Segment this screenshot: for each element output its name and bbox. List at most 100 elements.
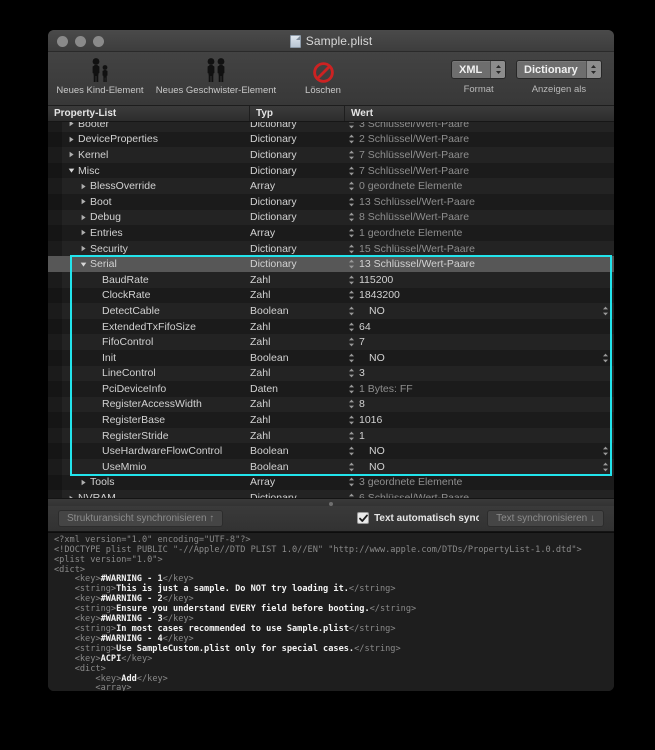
twisty-down-icon[interactable] bbox=[66, 167, 76, 174]
value-stepper-icon[interactable] bbox=[345, 306, 357, 316]
row-value-cell[interactable]: NO bbox=[345, 350, 614, 366]
value-stepper-icon[interactable] bbox=[345, 290, 357, 300]
structure-sync-button[interactable]: Strukturansicht synchronisieren ↑ bbox=[58, 509, 224, 527]
row-value-cell[interactable]: 1016 bbox=[345, 412, 614, 428]
row-type-cell[interactable]: Zahl bbox=[250, 412, 345, 428]
row-name-cell[interactable]: DeviceProperties bbox=[62, 132, 250, 148]
table-row[interactable]: ClockRate Zahl 1843200 bbox=[48, 287, 614, 304]
table-row[interactable]: UseHardwareFlowControl Boolean NO bbox=[48, 443, 614, 460]
row-value-cell[interactable]: 1843200 bbox=[345, 288, 614, 304]
twisty-right-icon[interactable] bbox=[66, 151, 76, 158]
value-stepper-icon[interactable] bbox=[345, 212, 357, 222]
close-button[interactable] bbox=[57, 36, 68, 47]
boolean-stepper-icon[interactable] bbox=[602, 459, 609, 475]
value-stepper-icon[interactable] bbox=[345, 337, 357, 347]
table-row[interactable]: ExtendedTxFifoSize Zahl 64 bbox=[48, 318, 614, 335]
row-value-cell[interactable]: NO bbox=[345, 443, 614, 459]
value-stepper-icon[interactable] bbox=[345, 166, 357, 176]
row-type-cell[interactable]: Dictionary bbox=[250, 490, 345, 498]
boolean-stepper-icon[interactable] bbox=[602, 443, 609, 459]
row-value-cell[interactable]: 15 Schlüssel/Wert-Paare bbox=[345, 241, 614, 257]
row-name-cell[interactable]: Tools bbox=[62, 475, 250, 491]
table-row[interactable]: UseMmio Boolean NO bbox=[48, 459, 614, 475]
row-value-cell[interactable]: 0 geordnete Elemente bbox=[345, 178, 614, 194]
table-row[interactable]: Entries Array 1 geordnete Elemente bbox=[48, 225, 614, 241]
row-name-cell[interactable]: Misc bbox=[62, 163, 250, 179]
row-type-cell[interactable]: Array bbox=[250, 178, 345, 194]
auto-sync-checkbox-group[interactable]: Text automatisch synch bbox=[357, 512, 479, 525]
row-value-cell[interactable]: NO bbox=[345, 459, 614, 475]
row-value-cell[interactable]: 6 Schlüssel/Wert-Paare bbox=[345, 490, 614, 498]
row-name-cell[interactable]: Boot bbox=[62, 194, 250, 210]
row-type-cell[interactable]: Array bbox=[250, 225, 345, 241]
row-name-cell[interactable]: Kernel bbox=[62, 147, 250, 163]
row-type-cell[interactable]: Zahl bbox=[250, 272, 345, 288]
row-name-cell[interactable]: UseMmio bbox=[62, 459, 250, 475]
twisty-right-icon[interactable] bbox=[78, 198, 88, 205]
row-name-cell[interactable]: PciDeviceInfo bbox=[62, 381, 250, 397]
row-name-cell[interactable]: RegisterStride bbox=[62, 428, 250, 444]
row-type-cell[interactable]: Zahl bbox=[250, 319, 345, 335]
row-value-cell[interactable]: 7 Schlüssel/Wert-Paare bbox=[345, 147, 614, 163]
row-type-cell[interactable]: Boolean bbox=[250, 303, 345, 319]
table-row[interactable]: Security Dictionary 15 Schlüssel/Wert-Paar… bbox=[48, 240, 614, 257]
row-name-cell[interactable]: Entries bbox=[62, 225, 250, 241]
table-row[interactable]: NVRAMDictionary6 Schlüssel/Wert-Paare bbox=[48, 490, 614, 498]
property-list-table[interactable]: Booter Dictionary 3 Schlüssel/Wert-Paare De… bbox=[48, 122, 614, 498]
row-type-cell[interactable]: Boolean bbox=[250, 443, 345, 459]
table-row[interactable]: RegisterStride Zahl 1 bbox=[48, 427, 614, 444]
twisty-right-icon[interactable] bbox=[78, 183, 88, 190]
value-stepper-icon[interactable] bbox=[345, 134, 357, 144]
row-type-cell[interactable]: Dictionary bbox=[250, 122, 345, 132]
row-name-cell[interactable]: Security bbox=[62, 241, 250, 257]
row-name-cell[interactable]: UseHardwareFlowControl bbox=[62, 443, 250, 459]
text-sync-button[interactable]: Text synchronisieren ↓ bbox=[487, 509, 604, 527]
row-type-cell[interactable]: Zahl bbox=[250, 366, 345, 382]
twisty-right-icon[interactable] bbox=[78, 245, 88, 252]
row-name-cell[interactable]: ExtendedTxFifoSize bbox=[62, 319, 250, 335]
value-stepper-icon[interactable] bbox=[345, 150, 357, 160]
table-row[interactable]: BaudRate Zahl 115200 bbox=[48, 271, 614, 288]
row-type-cell[interactable]: Boolean bbox=[250, 459, 345, 475]
row-value-cell[interactable]: 13 Schlüssel/Wert-Paare bbox=[345, 194, 614, 210]
row-type-cell[interactable]: Zahl bbox=[250, 397, 345, 413]
boolean-stepper-icon[interactable] bbox=[602, 303, 609, 319]
value-stepper-icon[interactable] bbox=[345, 197, 357, 207]
pane-splitter[interactable] bbox=[48, 497, 614, 506]
value-stepper-icon[interactable] bbox=[345, 399, 357, 409]
row-name-cell[interactable]: Serial bbox=[62, 256, 250, 272]
row-value-cell[interactable]: 1 geordnete Elemente bbox=[345, 225, 614, 241]
value-stepper-icon[interactable] bbox=[345, 181, 357, 191]
value-stepper-icon[interactable] bbox=[345, 462, 357, 472]
row-type-cell[interactable]: Dictionary bbox=[250, 147, 345, 163]
row-value-cell[interactable]: 7 bbox=[345, 334, 614, 350]
value-stepper-icon[interactable] bbox=[345, 353, 357, 363]
row-name-cell[interactable]: NVRAM bbox=[62, 490, 250, 498]
format-popup-button[interactable]: XML bbox=[451, 60, 507, 79]
table-row[interactable]: LineControl Zahl 3 bbox=[48, 365, 614, 382]
table-row[interactable]: BlessOverride Array 0 geordnete Elemente bbox=[48, 178, 614, 194]
table-row[interactable]: Serial Dictionary 13 Schlüssel/Wert-Paare bbox=[48, 256, 614, 272]
table-row[interactable]: Init Boolean NO bbox=[48, 349, 614, 366]
row-value-cell[interactable]: 3 geordnete Elemente bbox=[345, 475, 614, 491]
minimize-button[interactable] bbox=[75, 36, 86, 47]
row-type-cell[interactable]: Zahl bbox=[250, 334, 345, 350]
table-row[interactable]: Boot Dictionary 13 Schlüssel/Wert-Paare bbox=[48, 193, 614, 210]
value-stepper-icon[interactable] bbox=[345, 244, 357, 254]
value-stepper-icon[interactable] bbox=[345, 431, 357, 441]
twisty-right-icon[interactable] bbox=[78, 229, 88, 236]
row-value-cell[interactable]: 3 Schlüssel/Wert-Paare bbox=[345, 122, 614, 132]
value-stepper-icon[interactable] bbox=[345, 259, 357, 269]
row-value-cell[interactable]: 7 Schlüssel/Wert-Paare bbox=[345, 163, 614, 179]
row-value-cell[interactable]: 1 bbox=[345, 428, 614, 444]
xml-source-pane[interactable]: <?xml version="1.0" encoding="UTF-8"?> <!… bbox=[48, 531, 614, 691]
value-stepper-icon[interactable] bbox=[345, 368, 357, 378]
display-as-popup-button[interactable]: Dictionary bbox=[516, 60, 602, 79]
value-stepper-icon[interactable] bbox=[345, 446, 357, 456]
twisty-right-icon[interactable] bbox=[66, 122, 76, 127]
row-value-cell[interactable]: 2 Schlüssel/Wert-Paare bbox=[345, 132, 614, 148]
row-type-cell[interactable]: Dictionary bbox=[250, 256, 345, 272]
row-value-cell[interactable]: 64 bbox=[345, 319, 614, 335]
window-titlebar[interactable]: Sample.plist bbox=[48, 30, 614, 52]
row-name-cell[interactable]: RegisterBase bbox=[62, 412, 250, 428]
